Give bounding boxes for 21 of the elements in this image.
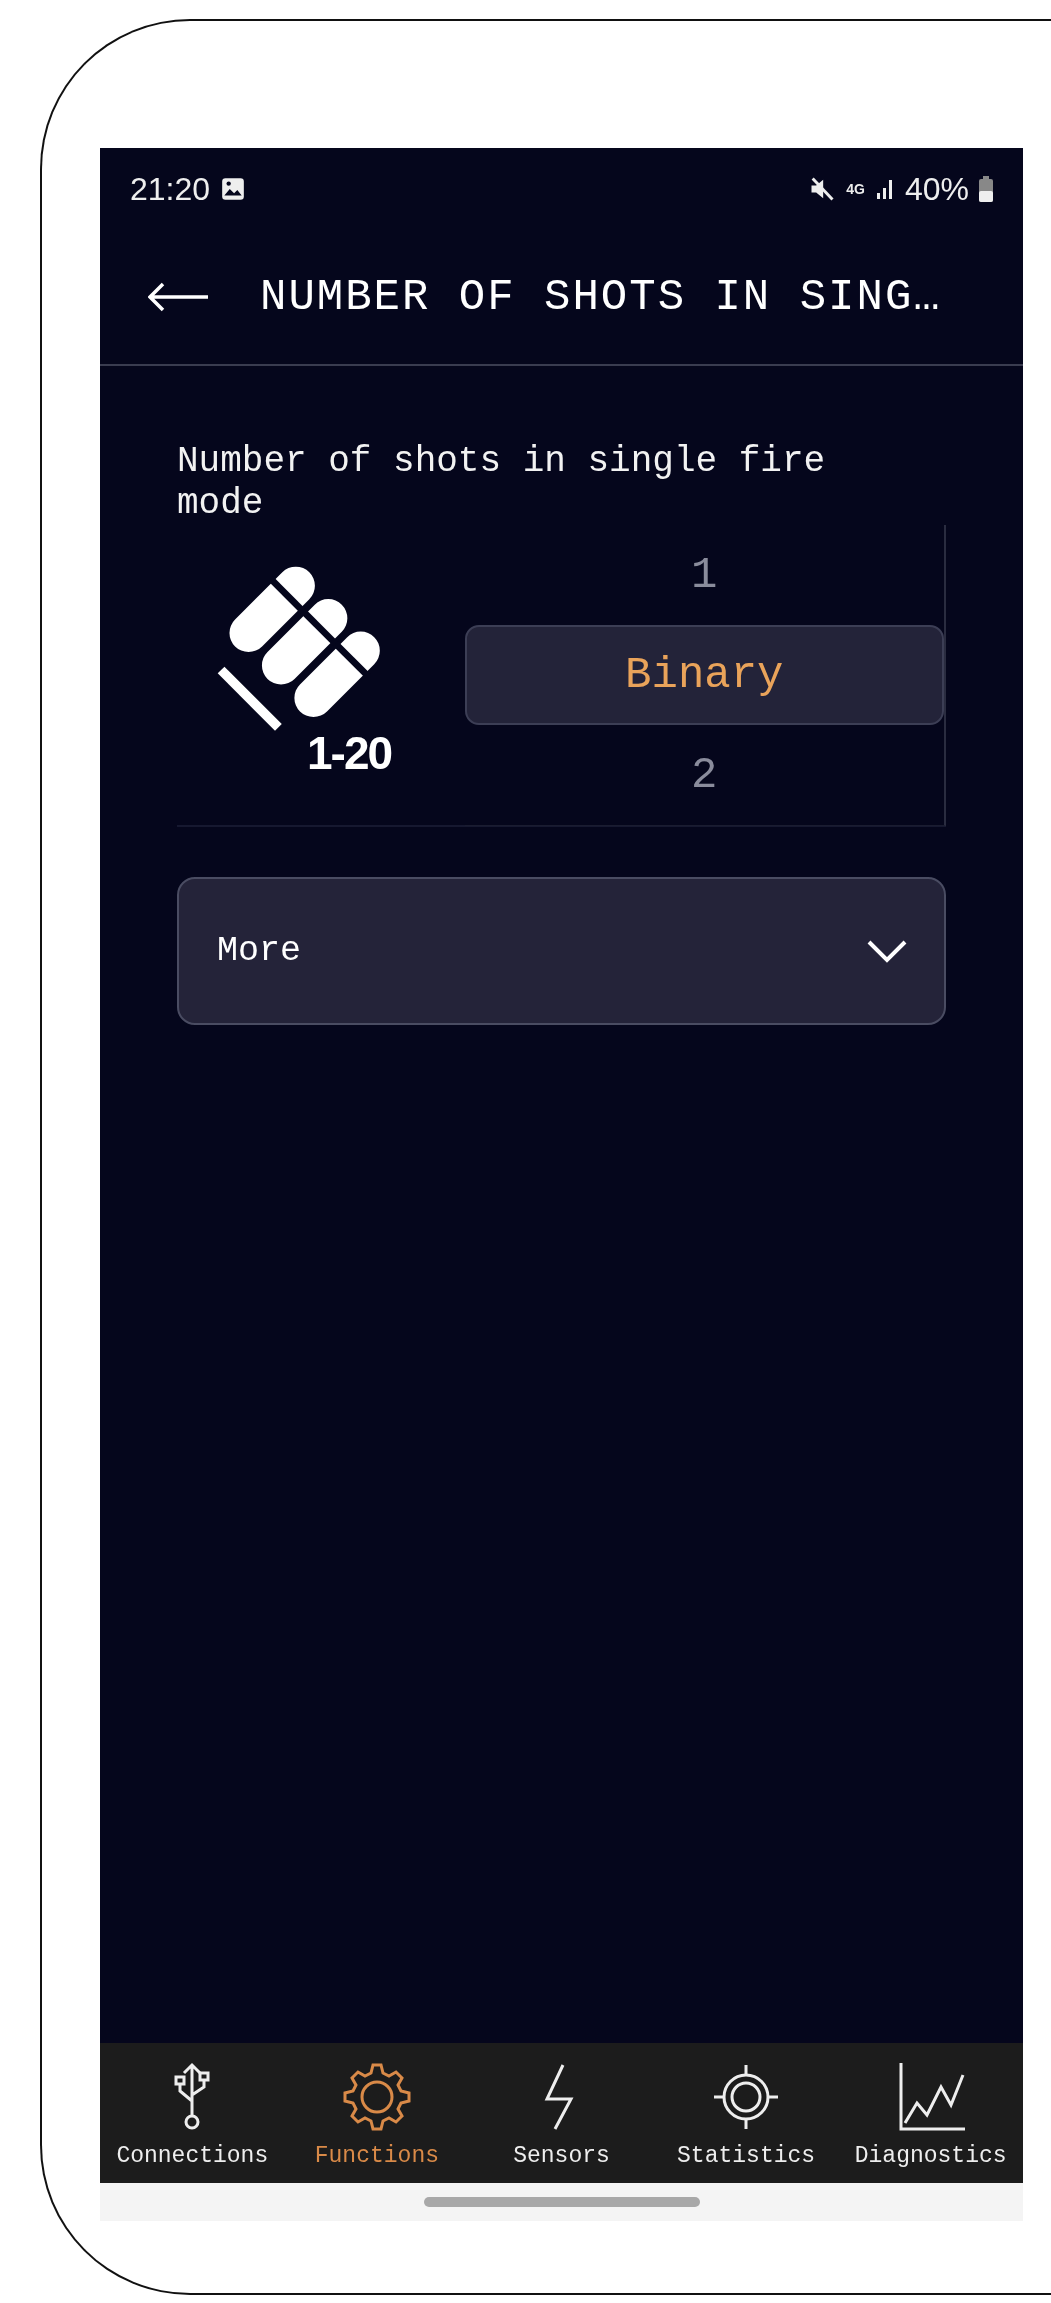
page-title: NUMBER OF SHOTS IN SING… [260, 272, 942, 322]
nav-tab[interactable]: Statistics [653, 2043, 839, 2183]
status-time: 21:20 [130, 170, 211, 208]
icon-caption: 1-20 [307, 730, 392, 776]
number-picker[interactable]: 1 Binary 2 [464, 525, 946, 826]
setting-label: Number of shots in single fire mode [177, 441, 827, 525]
chevron-icon [866, 939, 908, 963]
nav-tab[interactable]: Connections [100, 2043, 285, 2183]
picker-option[interactable]: 2 [464, 725, 944, 825]
image-icon [220, 176, 247, 202]
picker-option[interactable]: 1 [464, 525, 944, 625]
nav-tab[interactable]: Sensors [469, 2043, 654, 2183]
nav-tab[interactable]: Diagnostics [838, 2043, 1023, 2183]
battery-percent: 40% [904, 170, 969, 208]
gesture-handle[interactable] [423, 2197, 700, 2207]
battery-icon [979, 176, 993, 202]
more-dropdown[interactable]: More [177, 877, 946, 1025]
nav-tab[interactable]: Functions [284, 2043, 470, 2183]
back-arrow-icon[interactable] [148, 282, 210, 312]
picker-option[interactable]: Binary [464, 625, 944, 725]
network-type: 4G [846, 182, 865, 196]
